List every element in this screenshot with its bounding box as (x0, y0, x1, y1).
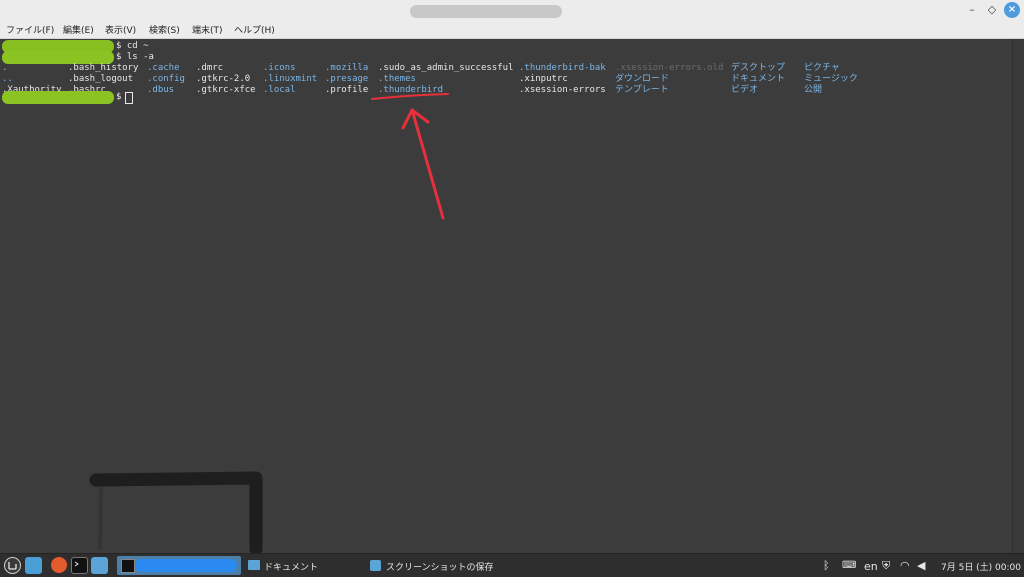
language-indicator[interactable]: en (864, 560, 878, 573)
taskbar-documents-window[interactable]: ドキュメント (246, 556, 356, 575)
redacted-window-title (135, 559, 237, 572)
ls-entry: .profile (325, 85, 369, 95)
ls-entry: ダウンロード (615, 74, 670, 84)
folder-icon (248, 560, 260, 570)
ls-entry: . (2, 63, 8, 73)
ls-entry: .xsession-errors.old (615, 63, 724, 73)
ls-entry: 公開 (804, 85, 823, 95)
ls-entry: .sudo_as_admin_successful (378, 63, 514, 73)
update-shield-icon[interactable]: ⛨ (882, 559, 890, 572)
ls-entry: ビデオ (731, 85, 759, 95)
menu-search[interactable]: 検索(S) (149, 23, 180, 36)
mint-menu-icon[interactable] (4, 557, 21, 574)
menu-help[interactable]: ヘルプ(H) (234, 23, 275, 36)
ls-entry: .themes (378, 74, 416, 84)
ls-entry: .mozilla (325, 63, 369, 73)
show-desktop-icon[interactable] (25, 557, 42, 574)
ls-entry: .presage (325, 74, 369, 84)
ls-entry: .xinputrc (519, 74, 568, 84)
ls-entry: .bash_logout (68, 74, 134, 84)
redacted-prompt-3 (2, 91, 114, 104)
ls-entry: .. (2, 74, 13, 84)
ls-entry: .cache (147, 63, 180, 73)
maximize-button[interactable]: ◇ (984, 2, 1000, 18)
ls-entry: デスクトップ (731, 63, 786, 73)
camera-icon (370, 560, 381, 571)
ls-entry-thunderbird: .thunderbird (378, 85, 444, 95)
ls-entry: .dbus (147, 85, 175, 95)
prompt-symbol: $ (116, 92, 122, 102)
taskbar-screenshot-window[interactable]: スクリーンショットの保存 (368, 556, 508, 575)
ls-entry: .linuxmint (263, 74, 318, 84)
ls-entry: ピクチャ (804, 63, 840, 73)
ls-entry: .local (263, 85, 296, 95)
ls-entry: .gtkrc-2.0 (196, 74, 251, 84)
command-line-ls: $ ls -a (116, 52, 154, 62)
bluetooth-icon[interactable]: ᛒ (823, 559, 830, 572)
ls-entry: ドキュメント (731, 74, 786, 84)
keyboard-icon[interactable]: ⌨ (842, 559, 856, 572)
window-title-redacted (410, 5, 562, 18)
firefox-icon[interactable] (51, 557, 67, 573)
ls-entry: .config (147, 74, 185, 84)
ls-entry: .icons (263, 63, 296, 73)
files-launcher-icon[interactable] (91, 557, 108, 574)
ls-entry: .bash_history (68, 63, 139, 73)
menu-terminal[interactable]: 端末(T) (192, 23, 223, 36)
ls-entry: テンプレート (615, 85, 669, 95)
terminal-output[interactable] (0, 39, 1012, 553)
ls-entry: .thunderbird-bak (519, 63, 606, 73)
ls-entry: .xsession-errors (519, 85, 606, 95)
taskbar-terminal-window[interactable] (117, 556, 241, 575)
menu-file[interactable]: ファイル(F) (6, 23, 54, 36)
terminal-window-icon (121, 559, 135, 573)
clock[interactable]: 7月 5日 (土) 00:00 (941, 560, 1021, 573)
menu-view[interactable]: 表示(V) (105, 23, 136, 36)
terminal-launcher-icon[interactable] (71, 557, 88, 574)
terminal-scrollbar[interactable] (1012, 39, 1024, 553)
menu-edit[interactable]: 編集(E) (63, 23, 94, 36)
text-cursor (125, 92, 133, 104)
ls-entry: ミュージック (804, 74, 858, 84)
volume-icon[interactable]: ◀ (917, 559, 925, 572)
screenshot-window-label: スクリーンショットの保存 (386, 563, 494, 573)
taskbar: ドキュメント スクリーンショットの保存 ᛒ ⌨ en ⛨ ◠ ◀ 7月 5日 (… (0, 553, 1024, 577)
menu-bar: ファイル(F) 編集(E) 表示(V) 検索(S) 端末(T) ヘルプ(H) (0, 21, 1024, 39)
command-line-cd: $ cd ~ (116, 41, 149, 51)
ls-entry: .dmrc (196, 63, 224, 73)
window-titlebar[interactable]: – ◇ × (0, 0, 1024, 21)
close-button[interactable]: × (1004, 2, 1020, 18)
documents-window-label: ドキュメント (264, 563, 319, 573)
minimize-button[interactable]: – (964, 2, 980, 18)
ls-entry: .gtkrc-xfce (196, 85, 256, 95)
wifi-icon[interactable]: ◠ (900, 559, 910, 572)
